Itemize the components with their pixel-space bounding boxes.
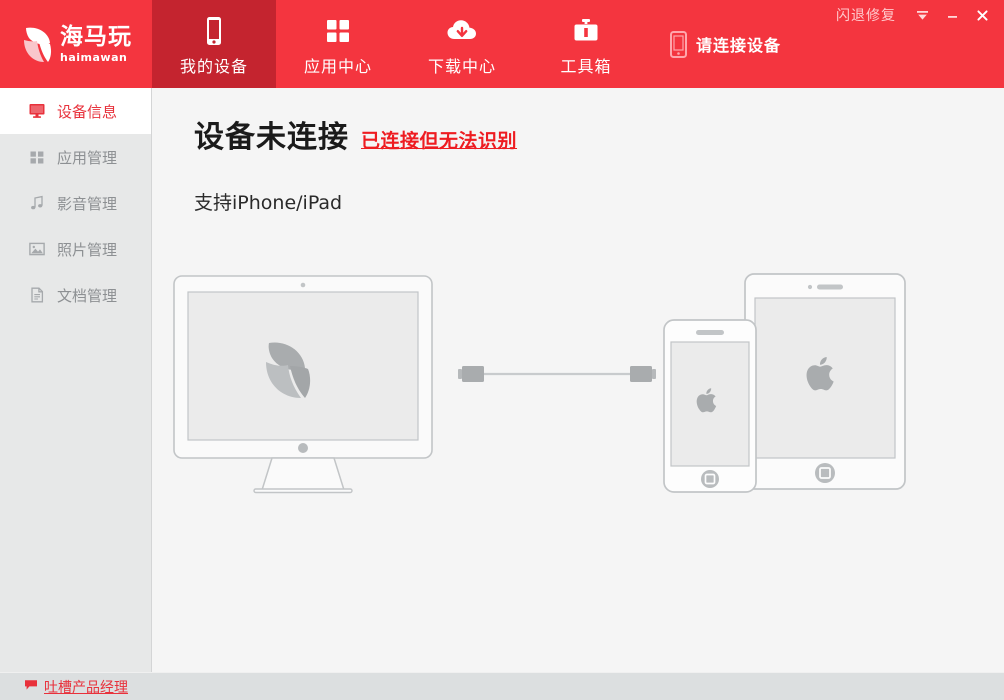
app-logo: 海马玩 haimawan bbox=[0, 0, 152, 88]
sidebar: 设备信息 应用管理 影音管理 照片管理 文档管理 bbox=[0, 88, 152, 672]
minimize-icon[interactable] bbox=[938, 2, 966, 28]
application-window: 海马玩 haimawan 我的设备 应用中心 下载中心 工具箱 请连接设备 闪退… bbox=[0, 0, 1004, 700]
sidebar-item-label: 设备信息 bbox=[57, 102, 118, 121]
feedback-link[interactable]: 吐槽产品经理 bbox=[44, 677, 128, 697]
close-icon[interactable] bbox=[968, 2, 996, 28]
iphone-illustration bbox=[663, 319, 757, 493]
ipad-illustration bbox=[744, 273, 906, 490]
window-controls bbox=[908, 0, 996, 30]
connect-device-illustration bbox=[162, 268, 962, 528]
nav-label: 工具箱 bbox=[560, 56, 612, 76]
sidebar-item-label: 文档管理 bbox=[57, 286, 118, 305]
sidebar-item-label: 影音管理 bbox=[57, 194, 118, 213]
nav-label: 下载中心 bbox=[427, 56, 496, 76]
sidebar-item-media-manage[interactable]: 影音管理 bbox=[0, 180, 151, 226]
cloud-download-icon bbox=[446, 16, 478, 46]
main-content: 设备未连接 已连接但无法识别 支持iPhone/iPad bbox=[152, 88, 1004, 672]
body-region: 设备信息 应用管理 影音管理 照片管理 文档管理 设备未连接 已连接但无法识别 … bbox=[0, 88, 1004, 672]
collapse-arrow-icon[interactable] bbox=[908, 2, 936, 28]
footer-bar: 吐槽产品经理 bbox=[0, 672, 1004, 700]
status-heading-row: 设备未连接 已连接但无法识别 bbox=[194, 112, 1004, 156]
sidebar-item-label: 照片管理 bbox=[57, 240, 118, 259]
nav-item-download-center[interactable]: 下载中心 bbox=[400, 0, 524, 88]
connect-device-status[interactable]: 请连接设备 bbox=[670, 0, 781, 88]
sidebar-item-photo-manage[interactable]: 照片管理 bbox=[0, 226, 151, 272]
nav-label: 我的设备 bbox=[179, 56, 248, 76]
cannot-recognize-link[interactable]: 已连接但无法识别 bbox=[361, 126, 517, 153]
sidebar-item-device-info[interactable]: 设备信息 bbox=[0, 88, 151, 134]
logo-text-cn: 海马玩 bbox=[60, 23, 132, 50]
grid-apps-icon bbox=[325, 16, 351, 46]
toolbox-icon bbox=[573, 16, 599, 46]
main-nav: 我的设备 应用中心 下载中心 工具箱 请连接设备 bbox=[152, 0, 781, 88]
document-icon bbox=[28, 287, 45, 304]
phone-outline-icon bbox=[670, 29, 687, 59]
app-header: 海马玩 haimawan 我的设备 应用中心 下载中心 工具箱 请连接设备 闪退… bbox=[0, 0, 1004, 88]
page-title: 设备未连接 bbox=[194, 120, 349, 155]
supported-devices-text: 支持iPhone/iPad bbox=[194, 192, 343, 214]
music-note-icon bbox=[28, 195, 45, 212]
nav-label: 应用中心 bbox=[303, 56, 372, 76]
usb-cable-illustration bbox=[458, 366, 656, 382]
sidebar-item-label: 应用管理 bbox=[57, 148, 118, 167]
speech-bubble-icon bbox=[24, 678, 38, 696]
nav-item-my-device[interactable]: 我的设备 bbox=[152, 0, 276, 88]
monitor-icon bbox=[28, 103, 45, 120]
desktop-monitor-illustration bbox=[173, 275, 433, 494]
logo-text-en: haimawan bbox=[60, 50, 128, 64]
photo-icon bbox=[28, 241, 45, 258]
nav-item-toolbox[interactable]: 工具箱 bbox=[524, 0, 648, 88]
shell-logo-icon bbox=[20, 24, 54, 64]
phone-icon bbox=[204, 16, 224, 46]
sidebar-item-document-manage[interactable]: 文档管理 bbox=[0, 272, 151, 318]
connect-device-label: 请连接设备 bbox=[696, 36, 782, 55]
nav-item-app-center[interactable]: 应用中心 bbox=[276, 0, 400, 88]
crash-repair-button[interactable]: 闪退修复 bbox=[836, 0, 896, 30]
grid-apps-icon bbox=[28, 149, 45, 166]
sidebar-item-app-manage[interactable]: 应用管理 bbox=[0, 134, 151, 180]
